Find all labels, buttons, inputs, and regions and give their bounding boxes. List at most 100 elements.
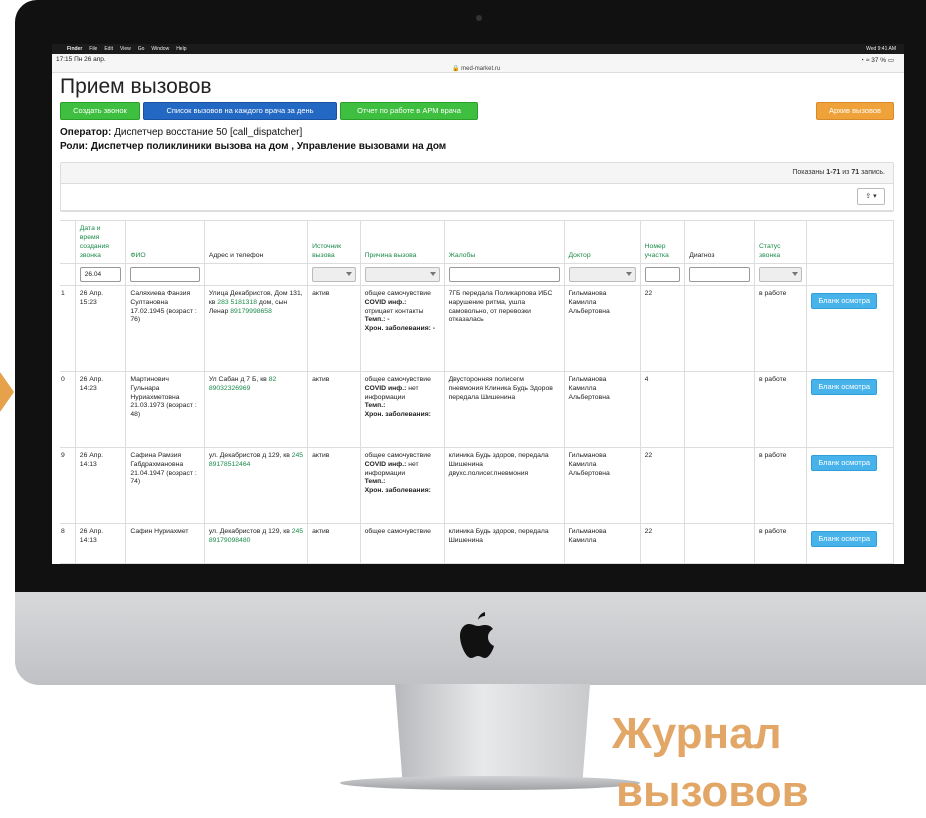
mac-menubar: Finder File Edit View Go Window Help Wed… [52,44,904,54]
reason-chronic: Хрон. заболевания: - [364,325,436,333]
row-actions: Бланк осмотра [806,523,894,564]
reason-covid-label: COVID инф.: [364,298,407,306]
row-reason: общее самочувствие [359,523,445,564]
table-row: 1 26 Апр. 15:23 Саляхиева Фанзия Султано… [60,285,894,372]
row-address: ул. Декабристов д 129, кв 245 8917851246… [203,447,309,524]
action-buttons: Создать звонок Список вызовов на каждого… [60,102,894,120]
pagination-summary: Показаны 1-71 из 71 запись. [61,163,893,184]
operator-label: Оператор: [60,127,112,138]
row-diagnosis [684,285,756,372]
filter-section-cell [639,263,686,286]
camera-icon [476,15,482,21]
row-reason: общее самочувствие COVID инф.: нет информ… [359,447,445,524]
reason-general: общее самочувствие [364,376,431,383]
filter-doctor-select[interactable] [568,267,636,282]
reason-general: общее самочувствие [364,452,431,459]
exam-form-button[interactable]: Бланк осмотра [811,531,878,547]
filter-status-cell [754,263,808,286]
row-datetime: 26 Апр. 14:13 [74,523,127,564]
operator-info: Оператор: Диспетчер восстание 50 [call_d… [60,126,894,154]
phone-link[interactable]: 89179998658 [230,308,272,315]
exam-form-button[interactable]: Бланк осмотра [811,293,878,309]
row-datetime: 26 Апр. 14:13 [74,447,127,524]
filter-section-input[interactable] [644,267,681,282]
row-diagnosis [684,371,756,448]
reason-general: общее самочувствие [364,290,431,297]
header-doctor[interactable]: Доктор [563,220,641,264]
filter-diagnosis-input[interactable] [689,267,751,282]
filter-fio-cell [125,263,205,286]
row-number: 0 [60,371,76,448]
filter-fio-input[interactable] [130,267,200,282]
row-reason: общее самочувствие COVID инф.: нет информ… [359,371,445,448]
filter-actions-cell [806,263,894,286]
menu-window[interactable]: Window [151,44,169,54]
reason-covid-label: COVID инф.: [364,384,407,392]
panel-toolbar: ⇪ ▾ [61,184,893,211]
filter-status-select[interactable] [759,267,803,282]
reason-covid-value: отрицает контакты [364,307,424,315]
address-text: ул. Декабристов д 129, кв [208,528,290,535]
row-fio: Мартинович Гульнара Нуриахметовна 21.03.… [125,371,205,448]
header-status[interactable]: Статус звонка [754,220,808,264]
row-diagnosis [684,523,756,564]
menu-edit[interactable]: Edit [104,44,113,54]
menu-finder[interactable]: Finder [67,44,82,54]
header-datetime[interactable]: Дата и время создания звонка [74,220,127,264]
row-status: в работе [754,371,808,448]
menu-view[interactable]: View [120,44,131,54]
promo-line-1: Журнал [612,709,782,758]
url-bar[interactable]: 🔒 med-market.ru [452,65,500,72]
row-section: 22 [639,285,686,372]
row-doctor: Гильманова Камилла [563,523,641,564]
header-section[interactable]: Номер участка [639,220,686,264]
calls-per-doctor-button[interactable]: Список вызовов на каждого врача за день [143,102,337,120]
menubar-clock: Wed 9:41 AM [866,46,896,52]
create-call-button[interactable]: Создать звонок [60,102,140,120]
row-reason: общее самочувствие COVID инф.: отрицает ко… [359,285,445,372]
calls-panel: Показаны 1-71 из 71 запись. ⇪ ▾ [60,162,894,212]
menu-help[interactable]: Help [176,44,186,54]
battery-level: 37 % [871,57,887,64]
apple-logo-icon [460,612,494,658]
exam-form-button[interactable]: Бланк осмотра [811,379,878,395]
reason-covid-label: COVID инф.: [364,460,407,468]
filter-diagnosis-cell [684,263,756,286]
row-address: Улица Декабристов, Дом 131, кв 283 51813… [203,285,309,372]
row-number: 1 [60,285,76,372]
header-source[interactable]: Источник вызова [307,220,361,264]
filter-doctor-cell [563,263,641,286]
roles-value: Диспетчер поликлиники вызова на дом , Уп… [90,141,447,152]
phone-link[interactable]: 283 5181318 [217,299,257,306]
row-status: в работе [754,523,808,564]
reason-chronic: Хрон. заболевания: [364,487,431,495]
exam-form-button[interactable]: Бланк осмотра [811,455,878,471]
menu-file[interactable]: File [89,44,97,54]
export-dropdown-button[interactable]: ⇪ ▾ [857,188,885,205]
header-fio[interactable]: ФИО [125,220,205,264]
screen: Finder File Edit View Go Window Help Wed… [52,44,904,564]
filter-reason-select[interactable] [364,267,440,282]
summary-suffix: запись. [861,169,885,176]
summary-range: 1-71 [826,169,841,176]
report-button[interactable]: Отчет по работе в АРМ врача [340,102,478,120]
filter-source-select[interactable] [312,267,356,282]
browser-status-bar: 17:15 Пн 26 апр. 🔒 med-market.ru ◔ ≈ 37 … [52,54,904,73]
header-actions [806,220,894,264]
row-section: 22 [639,447,686,524]
table-row: 8 26 Апр. 14:13 Сафин Нуриахмет ул. Дека… [60,523,894,564]
filter-date-input[interactable]: 26.04 [79,267,122,282]
row-datetime: 26 Апр. 15:23 [74,285,127,372]
header-reason[interactable]: Причина вызова [359,220,445,264]
row-status: в работе [754,285,808,372]
row-number: 9 [60,447,76,524]
row-fio: Сафин Нуриахмет [125,523,205,564]
header-num [60,220,76,264]
filter-complaints-input[interactable] [448,267,560,282]
promo-caption: Журнал вызовов [612,708,809,816]
row-fio: Саляхиева Фанзия Султановна 17.02.1945 (… [125,285,205,372]
archive-button[interactable]: Архив вызовов [816,102,894,120]
header-complaints[interactable]: Жалобы [443,220,565,264]
status-time: 17:15 Пн 26 апр. [56,56,106,63]
menu-go[interactable]: Go [138,44,145,54]
